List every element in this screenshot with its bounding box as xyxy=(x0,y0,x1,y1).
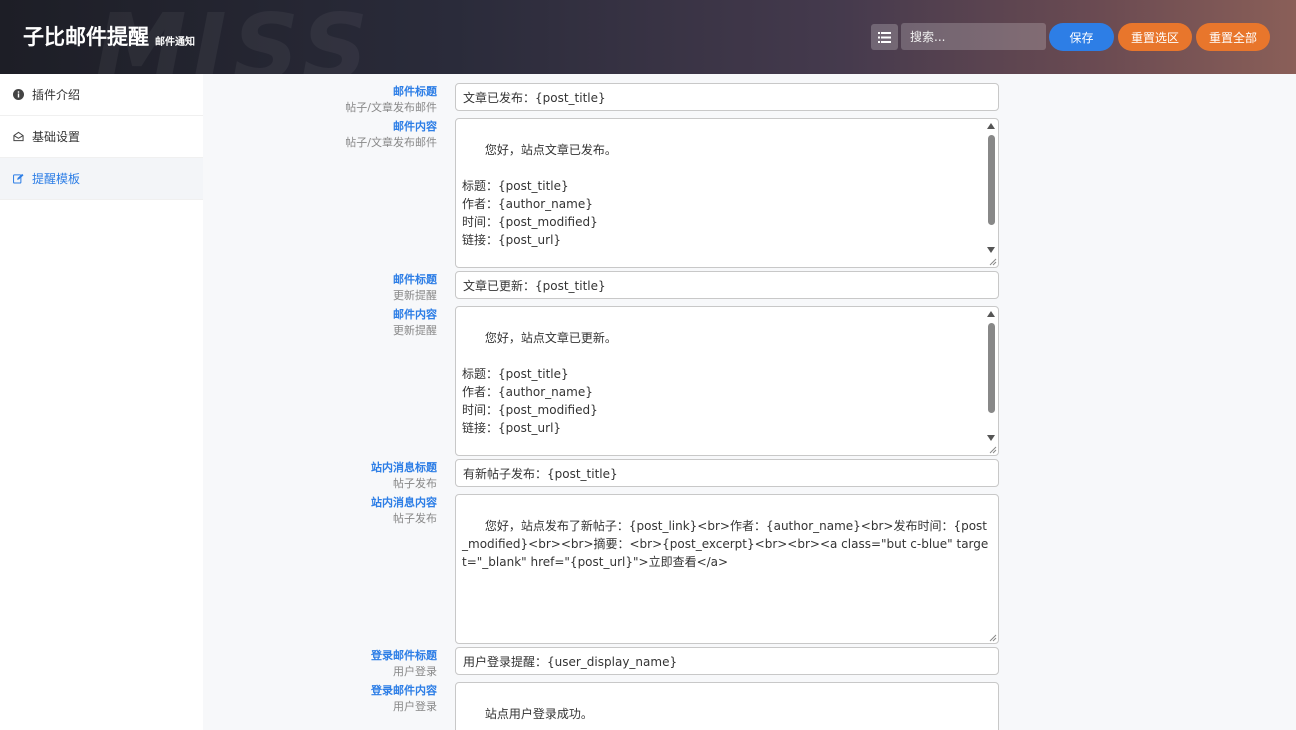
scroll-down-arrow-icon[interactable] xyxy=(987,247,995,253)
field-description: 更新提醒 xyxy=(393,289,437,302)
sidebar-item-templates[interactable]: 提醒模板 xyxy=(0,158,203,200)
textarea-value: 您好，站点发布了新帖子：{post_link}<br>作者：{author_na… xyxy=(462,519,989,569)
field-description: 用户登录 xyxy=(393,665,437,678)
sidebar-item-basic-settings[interactable]: 基础设置 xyxy=(0,116,203,158)
menu-toggle-button[interactable] xyxy=(871,24,898,50)
top-header: MISS 子比邮件提醒 邮件通知 保存 重置选区 重置全部 xyxy=(0,0,1296,74)
field-label: 邮件标题 xyxy=(393,85,437,98)
site-message-content-textarea[interactable]: 您好，站点发布了新帖子：{post_link}<br>作者：{author_na… xyxy=(455,494,999,644)
field-label: 邮件内容 xyxy=(393,308,437,321)
reset-section-button[interactable]: 重置选区 xyxy=(1118,23,1192,51)
app-subtitle: 邮件通知 xyxy=(155,37,195,48)
textarea-value: 您好，站点文章已发布。 标题：{post_title} 作者：{author_n… xyxy=(462,143,617,247)
field-description: 更新提醒 xyxy=(393,324,437,337)
sidebar-item-label: 基础设置 xyxy=(32,130,81,144)
settings-panel: 邮件标题 帖子/文章发布邮件 文章已发布：{post_title} 邮件内容 帖… xyxy=(203,74,1296,730)
login-mail-title-input[interactable]: 用户登录提醒：{user_display_name} xyxy=(455,647,999,675)
field-label: 站内消息标题 xyxy=(371,461,437,474)
textarea-value: 您好，站点文章已更新。 标题：{post_title} 作者：{author_n… xyxy=(462,331,617,435)
publish-mail-content-textarea[interactable]: 您好，站点文章已发布。 标题：{post_title} 作者：{author_n… xyxy=(455,118,999,268)
scrollbar-thumb[interactable] xyxy=(988,135,995,225)
field-description: 帖子/文章发布邮件 xyxy=(345,136,437,149)
search-input[interactable] xyxy=(901,23,1046,50)
textarea-scrollbar[interactable] xyxy=(986,309,996,443)
field-label: 邮件标题 xyxy=(393,273,437,286)
field-label: 登录邮件内容 xyxy=(371,684,437,697)
field-description: 帖子发布 xyxy=(393,477,437,490)
sidebar-item-intro[interactable]: 插件介绍 xyxy=(0,74,203,116)
update-mail-content-textarea[interactable]: 您好，站点文章已更新。 标题：{post_title} 作者：{author_n… xyxy=(455,306,999,456)
field-description: 帖子发布 xyxy=(393,512,437,525)
field-label: 登录邮件标题 xyxy=(371,649,437,662)
resize-handle-icon[interactable] xyxy=(988,257,997,266)
envelope-open-icon xyxy=(13,131,24,142)
edit-icon xyxy=(13,173,24,184)
site-message-title-input[interactable]: 有新帖子发布：{post_title} xyxy=(455,459,999,487)
sidebar: 插件介绍 基础设置 提醒模板 xyxy=(0,74,203,730)
list-icon xyxy=(878,31,891,43)
scrollbar-thumb[interactable] xyxy=(988,323,995,413)
info-circle-icon xyxy=(13,89,24,100)
field-label: 站内消息内容 xyxy=(371,496,437,509)
resize-handle-icon[interactable] xyxy=(988,633,997,642)
resize-handle-icon[interactable] xyxy=(988,445,997,454)
app-title: 子比邮件提醒 xyxy=(23,25,149,49)
publish-mail-title-input[interactable]: 文章已发布：{post_title} xyxy=(455,83,999,111)
scroll-down-arrow-icon[interactable] xyxy=(987,435,995,441)
sidebar-item-label: 提醒模板 xyxy=(32,172,81,186)
scroll-up-arrow-icon[interactable] xyxy=(987,123,995,129)
update-mail-title-input[interactable]: 文章已更新：{post_title} xyxy=(455,271,999,299)
scroll-up-arrow-icon[interactable] xyxy=(987,311,995,317)
field-label: 邮件内容 xyxy=(393,120,437,133)
save-button[interactable]: 保存 xyxy=(1049,23,1114,51)
login-mail-content-textarea[interactable]: 站点用户登录成功。 用户：{user_display_name}（{user_l… xyxy=(455,682,999,730)
textarea-value: 站点用户登录成功。 用户：{user_display_name}（{user_l… xyxy=(484,707,593,721)
sidebar-item-label: 插件介绍 xyxy=(32,88,81,102)
field-description: 用户登录 xyxy=(393,700,437,713)
field-description: 帖子/文章发布邮件 xyxy=(345,101,437,114)
reset-all-button[interactable]: 重置全部 xyxy=(1196,23,1270,51)
textarea-scrollbar[interactable] xyxy=(986,121,996,255)
